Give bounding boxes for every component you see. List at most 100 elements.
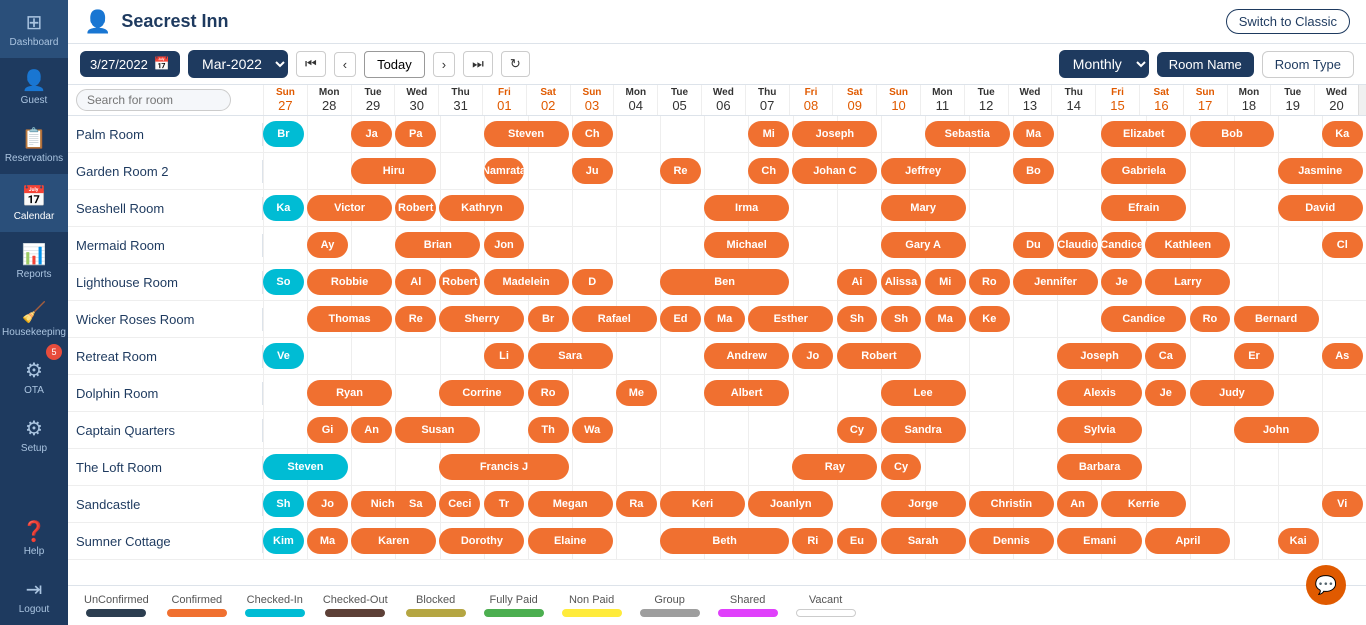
booking[interactable]: Ra (616, 491, 657, 517)
date-picker-button[interactable]: 3/27/2022 📅 (80, 51, 180, 77)
booking[interactable]: Sh (881, 306, 922, 332)
booking[interactable]: Ma (307, 528, 348, 554)
booking[interactable]: Jorge (881, 491, 966, 517)
booking[interactable]: Cl (1322, 232, 1363, 258)
nav-first-button[interactable]: ⏮ (296, 51, 326, 77)
booking[interactable]: Elaine (528, 528, 613, 554)
booking[interactable]: Mary (881, 195, 966, 221)
booking[interactable]: Corrine (439, 380, 524, 406)
support-button[interactable]: 💬 (1306, 565, 1346, 605)
sidebar-item-setup[interactable]: ⚙ Setup (0, 406, 68, 464)
booking[interactable]: Li (484, 343, 525, 369)
sidebar-item-reports[interactable]: 📊 Reports (0, 232, 68, 290)
booking[interactable]: Steven (484, 121, 569, 147)
booking[interactable]: Ay (307, 232, 348, 258)
booking[interactable]: Irma (704, 195, 789, 221)
booking[interactable]: Ed (660, 306, 701, 332)
booking[interactable]: Sh (263, 491, 304, 517)
booking[interactable]: So (263, 269, 304, 295)
booking[interactable]: Robbie (307, 269, 392, 295)
booking[interactable]: Mi (925, 269, 966, 295)
booking[interactable]: Sebastia (925, 121, 1010, 147)
sidebar-item-calendar[interactable]: 📅 Calendar (0, 174, 68, 232)
booking[interactable]: Esther (748, 306, 833, 332)
booking[interactable]: Ka (1322, 121, 1363, 147)
booking[interactable]: Ro (969, 269, 1010, 295)
booking[interactable]: An (1057, 491, 1098, 517)
sidebar-item-reservations[interactable]: 📋 Reservations (0, 116, 68, 174)
booking[interactable]: Andrew (704, 343, 789, 369)
search-room-input[interactable] (76, 89, 231, 111)
booking[interactable]: Robert (837, 343, 922, 369)
booking[interactable]: Ray (792, 454, 877, 480)
booking[interactable]: Re (395, 306, 436, 332)
booking[interactable]: Cy (837, 417, 878, 443)
booking[interactable]: Jon (484, 232, 525, 258)
booking[interactable]: Kathryn (439, 195, 524, 221)
booking[interactable]: Brian (395, 232, 480, 258)
sidebar-item-housekeeping[interactable]: 🧹 Housekeeping (0, 290, 68, 348)
booking[interactable]: Ma (925, 306, 966, 332)
booking[interactable]: Rafael (572, 306, 657, 332)
booking[interactable]: Je (1101, 269, 1142, 295)
booking[interactable]: Judy (1190, 380, 1275, 406)
booking[interactable]: Sa (395, 491, 436, 517)
booking[interactable]: Br (263, 121, 304, 147)
booking[interactable]: Larry (1145, 269, 1230, 295)
booking[interactable]: Ve (263, 343, 304, 369)
booking[interactable]: Eu (837, 528, 878, 554)
room-name-button[interactable]: Room Name (1157, 52, 1254, 77)
booking[interactable]: Madelein (484, 269, 569, 295)
booking[interactable]: Keri (660, 491, 745, 517)
booking[interactable]: Kim (263, 528, 304, 554)
booking[interactable]: Christin (969, 491, 1054, 517)
sidebar-item-logout[interactable]: ⇥ Logout (0, 567, 68, 625)
booking[interactable]: Ryan (307, 380, 392, 406)
booking[interactable]: Bernard (1234, 306, 1319, 332)
booking[interactable]: Ri (792, 528, 833, 554)
booking[interactable]: Ro (528, 380, 569, 406)
booking[interactable]: Susan (395, 417, 480, 443)
booking[interactable]: Re (660, 158, 701, 184)
booking[interactable]: Steven (263, 454, 348, 480)
booking[interactable]: Gi (307, 417, 348, 443)
booking[interactable]: Th (528, 417, 569, 443)
booking[interactable]: Barbara (1057, 454, 1142, 480)
booking[interactable]: Thomas (307, 306, 392, 332)
booking[interactable]: Jo (792, 343, 833, 369)
switch-classic-button[interactable]: Switch to Classic (1226, 9, 1350, 34)
booking[interactable]: Robert (439, 269, 480, 295)
nav-last-button[interactable]: ⏭ (463, 51, 493, 77)
booking[interactable]: Gabriela (1101, 158, 1186, 184)
booking[interactable]: Du (1013, 232, 1054, 258)
booking[interactable]: Me (616, 380, 657, 406)
booking[interactable]: April (1145, 528, 1230, 554)
booking[interactable]: Joanlyn (748, 491, 833, 517)
booking[interactable]: Al (395, 269, 436, 295)
booking[interactable]: Ca (1145, 343, 1186, 369)
booking[interactable]: Efrain (1101, 195, 1186, 221)
booking[interactable]: Beth (660, 528, 789, 554)
booking[interactable]: Namrata (484, 158, 525, 184)
booking[interactable]: Dennis (969, 528, 1054, 554)
view-select[interactable]: Monthly (1059, 50, 1149, 78)
booking[interactable]: Michael (704, 232, 789, 258)
booking[interactable]: Ro (1190, 306, 1231, 332)
booking[interactable]: Vi (1322, 491, 1363, 517)
booking[interactable]: Sherry (439, 306, 524, 332)
booking[interactable]: David (1278, 195, 1363, 221)
booking[interactable]: Joseph (792, 121, 877, 147)
refresh-button[interactable]: ↻ (501, 51, 530, 77)
booking[interactable]: Albert (704, 380, 789, 406)
booking[interactable]: John (1234, 417, 1319, 443)
booking[interactable]: Sylvia (1057, 417, 1142, 443)
booking[interactable]: Ja (351, 121, 392, 147)
booking[interactable]: Karen (351, 528, 436, 554)
today-button[interactable]: Today (364, 51, 425, 78)
booking[interactable]: Ma (704, 306, 745, 332)
booking[interactable]: Kai (1278, 528, 1319, 554)
booking[interactable]: Er (1234, 343, 1275, 369)
booking[interactable]: Alissa (881, 269, 922, 295)
booking[interactable]: Ceci (439, 491, 480, 517)
booking[interactable]: Cy (881, 454, 922, 480)
